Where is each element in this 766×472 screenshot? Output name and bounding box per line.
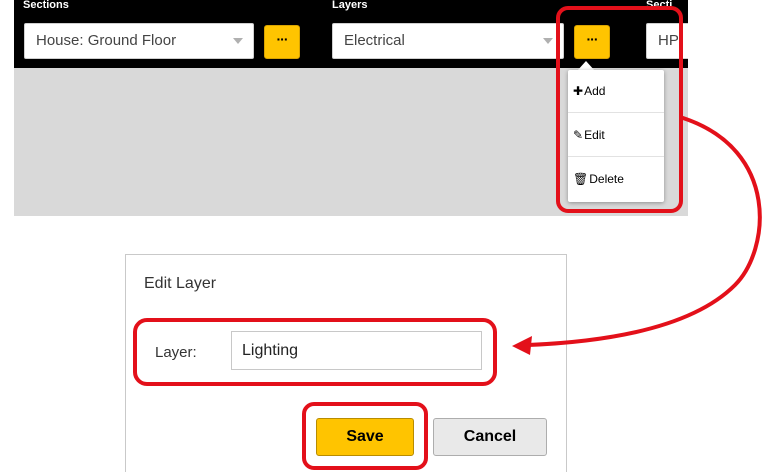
layers-select-value: Electrical <box>344 32 405 49</box>
layer-actions-menu: ✚Add ✎Edit 🗑Delete <box>568 70 664 202</box>
toolbar: Sections House: Ground Floor ··· Layers … <box>14 0 688 68</box>
sections-more-button[interactable]: ··· <box>264 25 300 59</box>
layers-select[interactable]: Electrical <box>332 23 564 59</box>
layer-name-input[interactable]: Lighting <box>231 331 482 370</box>
layers-more-button[interactable]: ··· <box>574 25 610 59</box>
trash-icon: 🗑 <box>573 172 589 186</box>
menu-item-edit[interactable]: ✎Edit <box>568 114 664 157</box>
save-button[interactable]: Save <box>316 418 414 456</box>
layer-field-label: Layer: <box>155 344 197 361</box>
pencil-icon: ✎ <box>573 128 584 142</box>
layers-label: Layers <box>332 0 368 11</box>
menu-item-delete[interactable]: 🗑Delete <box>568 158 664 201</box>
menu-item-label: Add <box>584 84 606 98</box>
menu-item-label: Edit <box>584 128 605 142</box>
sections-select[interactable]: House: Ground Floor <box>24 23 254 59</box>
third-select[interactable]: HP <box>646 23 688 59</box>
chevron-down-icon <box>233 38 243 44</box>
plus-icon: ✚ <box>573 84 584 98</box>
sections-select-value: House: Ground Floor <box>36 32 177 49</box>
third-label: Secti <box>646 0 673 11</box>
sections-label: Sections <box>23 0 69 11</box>
third-select-value: HP <box>658 32 679 49</box>
dialog-title: Edit Layer <box>144 275 217 292</box>
chevron-down-icon <box>543 38 553 44</box>
cancel-button[interactable]: Cancel <box>433 418 547 456</box>
menu-item-add[interactable]: ✚Add <box>568 70 664 113</box>
menu-item-label: Delete <box>589 172 624 186</box>
